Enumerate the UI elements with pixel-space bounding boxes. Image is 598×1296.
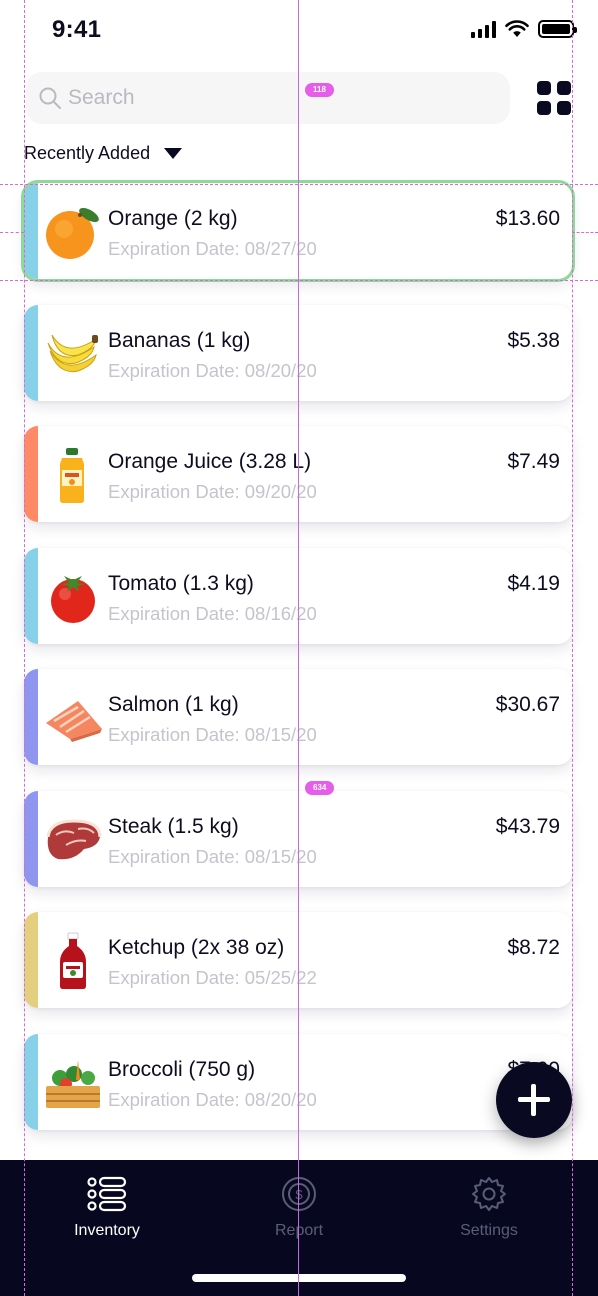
- sort-dropdown[interactable]: Recently Added: [24, 143, 183, 164]
- banana-icon: [47, 334, 98, 372]
- item-price: $7.49: [507, 450, 560, 473]
- item-expiration: Expiration Date: 08/20/20: [108, 1088, 317, 1110]
- battery-icon: [538, 20, 577, 38]
- item-expiration: Expiration Date: 08/16/20: [108, 602, 317, 624]
- layout-guide: [572, 0, 573, 1296]
- category-color-bar: [24, 912, 38, 1008]
- item-expiration: Expiration Date: 08/15/20: [108, 845, 317, 867]
- tab-inventory[interactable]: Inventory: [27, 1176, 187, 1266]
- steak-icon: [46, 818, 102, 859]
- layout-guide: [0, 280, 598, 281]
- category-color-bar: [24, 183, 38, 279]
- item-name: Ketchup (2x 38 oz): [108, 936, 285, 959]
- item-expiration: Expiration Date: 08/27/20: [108, 238, 317, 259]
- category-color-bar: [24, 669, 38, 765]
- list-icon: [87, 1176, 127, 1212]
- layout-guide: [0, 232, 24, 233]
- item-name: Tomato (1.3 kg): [108, 571, 254, 595]
- category-color-bar: [24, 426, 38, 522]
- measure-badge: 634: [305, 781, 335, 795]
- search-icon: [39, 87, 61, 109]
- status-bar: 9:41: [0, 0, 598, 60]
- ketchup-icon: [60, 932, 86, 989]
- layout-guide: [572, 232, 598, 233]
- orange-icon: [46, 208, 99, 259]
- item-expiration: Expiration Date: 05/25/22: [108, 967, 317, 988]
- search-input[interactable]: [68, 82, 488, 114]
- svg-text:$: $: [295, 1187, 303, 1202]
- grid-view-button[interactable]: [536, 80, 572, 116]
- layout-guide: [0, 184, 598, 185]
- center-guide: [298, 0, 299, 1296]
- item-price: $30.67: [495, 693, 560, 716]
- item-name: Bananas (1 kg): [108, 328, 251, 352]
- item-expiration: Expiration Date: 09/20/20: [108, 481, 317, 502]
- category-color-bar: [24, 1033, 38, 1130]
- category-color-bar: [24, 547, 38, 644]
- sort-label: Recently Added: [24, 143, 151, 163]
- search-bar[interactable]: [26, 72, 510, 124]
- layout-guide: [24, 0, 25, 1296]
- category-color-bar: [24, 304, 38, 401]
- item-price: $8.72: [507, 936, 560, 959]
- item-expiration: Expiration Date: 08/15/20: [108, 724, 317, 745]
- item-name: Orange Juice (3.28 L): [108, 450, 312, 473]
- item-price: $4.19: [507, 571, 560, 595]
- tab-label: Report: [274, 1222, 324, 1239]
- measure-badge: 118: [305, 83, 334, 97]
- item-name: Salmon (1 kg): [108, 693, 239, 716]
- item-price: $13.60: [495, 207, 560, 230]
- caret-down-icon: [164, 148, 183, 159]
- juice-bottle-icon: [60, 448, 84, 503]
- home-indicator: [192, 1274, 406, 1282]
- tab-label: Settings: [460, 1222, 518, 1239]
- status-icons: [471, 20, 577, 38]
- dollar-coin-icon: $: [282, 1177, 316, 1211]
- item-price: $43.79: [495, 814, 560, 838]
- tomato-icon: [51, 575, 95, 623]
- gear-icon: [472, 1177, 506, 1211]
- tab-report[interactable]: $ Report: [219, 1176, 379, 1266]
- item-name: Broccoli (750 g): [108, 1057, 256, 1081]
- item-name: Orange (2 kg): [108, 207, 238, 230]
- cellular-signal-icon: [471, 20, 496, 38]
- wifi-icon: [505, 20, 529, 37]
- tab-label: Inventory: [74, 1222, 140, 1239]
- item-name: Steak (1.5 kg): [108, 814, 239, 838]
- category-color-bar: [24, 790, 38, 887]
- salmon-icon: [46, 701, 102, 742]
- tab-settings[interactable]: Settings: [409, 1176, 569, 1266]
- item-price: $5.38: [507, 328, 560, 352]
- vegetable-crate-icon: [46, 1059, 100, 1108]
- item-expiration: Expiration Date: 08/20/20: [108, 359, 317, 381]
- add-item-button[interactable]: [496, 1062, 572, 1138]
- status-time: 9:41: [52, 16, 102, 43]
- grid-view-icon: [537, 81, 571, 115]
